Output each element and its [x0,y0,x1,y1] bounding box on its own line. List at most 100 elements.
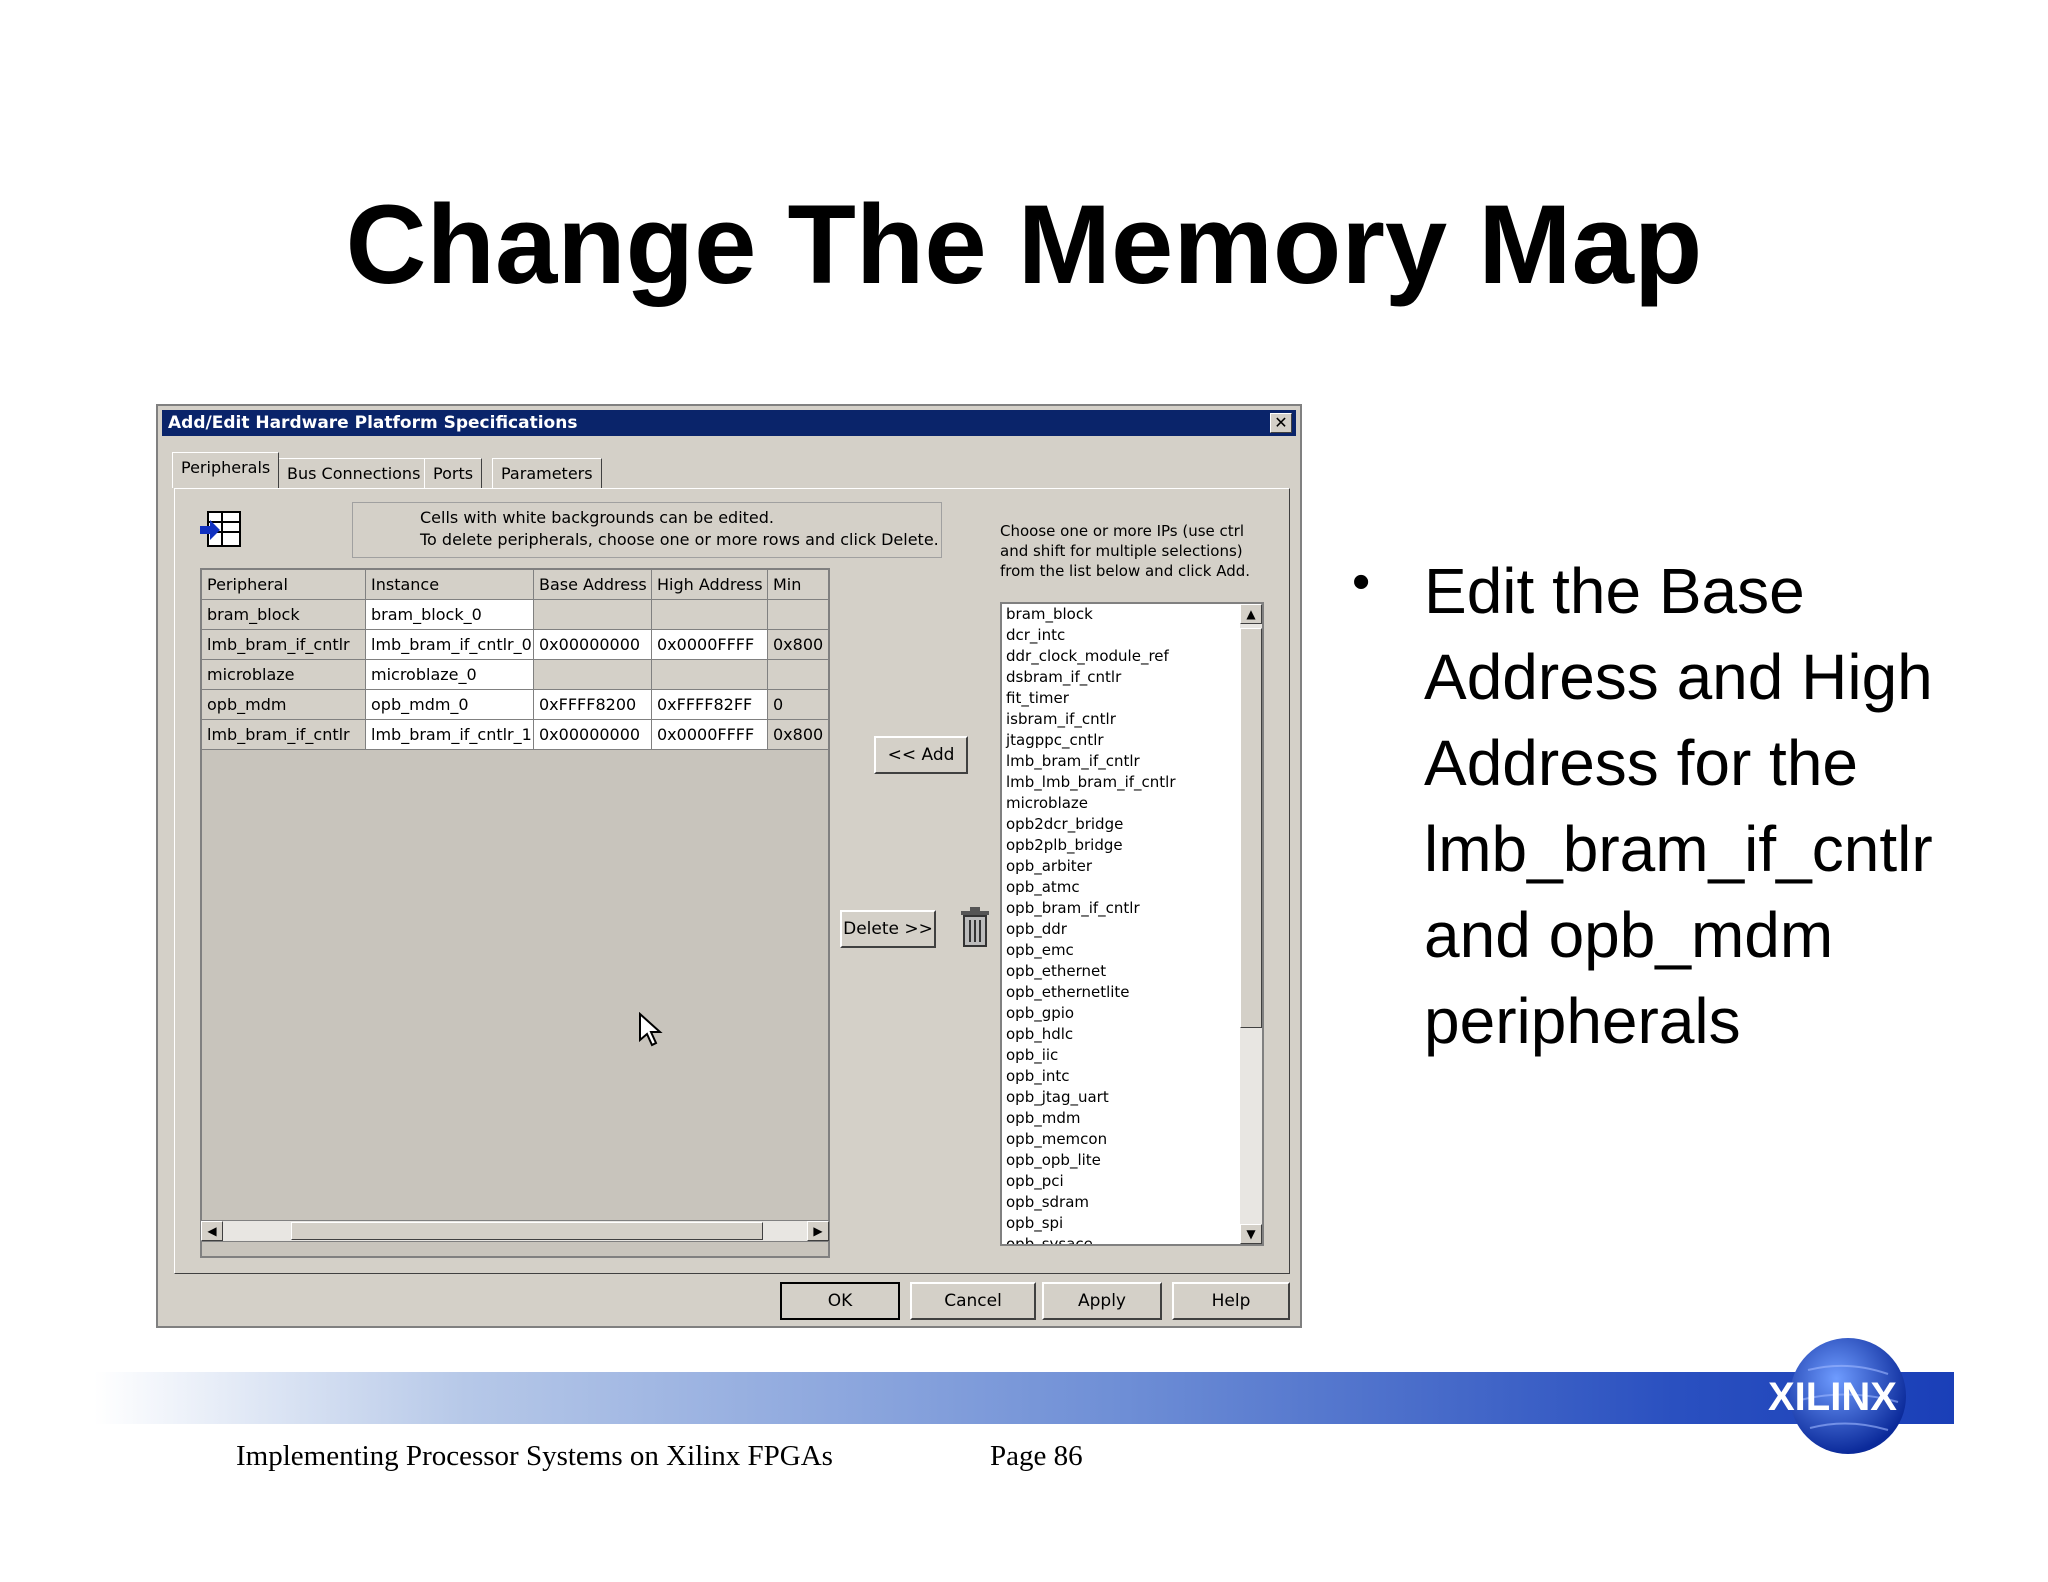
delete-button[interactable]: Delete >> [840,910,936,948]
add-button[interactable]: << Add [874,736,968,774]
ip-list[interactable]: bram_block dcr_intc ddr_clock_module_ref… [1000,602,1264,1246]
scrollbar-thumb[interactable] [1240,628,1262,1028]
cancel-button[interactable]: Cancel [910,1282,1036,1320]
table-edit-icon [200,511,241,547]
table-row-high-address[interactable]: 0xFFFF82FF [652,690,768,720]
bullet-line: lmb_bram_if_cntlr [1424,813,1933,885]
dialog-title: Add/Edit Hardware Platform Specification… [168,413,578,433]
table-row-base-address [534,660,652,690]
list-item[interactable]: opb_sdram [1006,1192,1089,1213]
table-row-instance[interactable]: lmb_bram_if_cntlr_0 [366,630,534,660]
close-button[interactable]: ✕ [1270,413,1292,433]
table-row-base-address[interactable]: 0x00000000 [534,630,652,660]
table-row-high-address [652,600,768,630]
list-item[interactable]: jtagppc_cntlr [1006,730,1104,751]
help-button[interactable]: Help [1172,1282,1290,1320]
list-item[interactable]: opb_hdlc [1006,1024,1073,1045]
table-row-min: 0x800 [768,630,828,660]
table-row-peripheral[interactable]: lmb_bram_if_cntlr [202,720,366,750]
table-row-instance[interactable]: bram_block_0 [366,600,534,630]
table-row-instance[interactable]: lmb_bram_if_cntlr_1 [366,720,534,750]
tab-peripherals[interactable]: Peripherals [172,452,280,488]
table-row-base-address [534,600,652,630]
list-item[interactable]: opb_gpio [1006,1003,1074,1024]
choose-instruction-line: Choose one or more IPs (use ctrl [1000,522,1244,540]
bullet-icon: • [1352,553,1371,611]
list-item[interactable]: opb_opb_lite [1006,1150,1101,1171]
list-item[interactable]: opb_emc [1006,940,1074,961]
list-item[interactable]: ddr_clock_module_ref [1006,646,1169,667]
mouse-pointer-icon [639,1012,663,1047]
page-number: Page 86 [990,1440,1083,1472]
list-vertical-scrollbar[interactable]: ▲ ▼ [1240,604,1262,1244]
list-item[interactable]: bram_block [1006,604,1093,625]
peripheral-table: Peripheral Instance Base Address High Ad… [200,568,830,1258]
ok-button[interactable]: OK [780,1282,900,1320]
list-item[interactable]: opb_spi [1006,1213,1063,1234]
list-item[interactable]: lmb_bram_if_cntlr [1006,751,1140,772]
table-row-peripheral[interactable]: lmb_bram_if_cntlr [202,630,366,660]
close-icon: ✕ [1274,413,1288,432]
list-item[interactable]: fit_timer [1006,688,1069,709]
info-line-delete: To delete peripherals, choose one or mor… [420,530,939,549]
dialog-title-bar: Add/Edit Hardware Platform Specification… [162,410,1296,436]
tab-ports[interactable]: Ports [424,458,483,488]
info-line-edit: Cells with white backgrounds can be edit… [420,508,775,527]
list-item[interactable]: microblaze [1006,793,1088,814]
table-row-high-address[interactable]: 0x0000FFFF [652,720,768,750]
list-item[interactable]: opb_ethernetlite [1006,982,1130,1003]
hardware-platform-dialog: Add/Edit Hardware Platform Specification… [156,404,1302,1328]
list-item[interactable]: opb_ddr [1006,919,1067,940]
table-row-instance[interactable]: microblaze_0 [366,660,534,690]
list-item[interactable]: opb_bram_if_cntlr [1006,898,1140,919]
scrollbar-thumb[interactable] [291,1222,763,1240]
footer-text: Implementing Processor Systems on Xilinx… [236,1440,833,1472]
table-row-peripheral[interactable]: microblaze [202,660,366,690]
scroll-left-icon[interactable]: ◀ [201,1221,223,1241]
list-item[interactable]: isbram_if_cntlr [1006,709,1116,730]
bullet-line: Address and High [1424,641,1933,713]
table-row-peripheral[interactable]: bram_block [202,600,366,630]
scroll-down-icon[interactable]: ▼ [1240,1224,1262,1244]
tab-parameters[interactable]: Parameters [492,458,602,488]
list-item[interactable]: opb_memcon [1006,1129,1107,1150]
scroll-right-icon[interactable]: ▶ [807,1221,829,1241]
list-item[interactable]: opb_intc [1006,1066,1070,1087]
list-item[interactable]: dsbram_if_cntlr [1006,667,1121,688]
list-item[interactable]: opb2dcr_bridge [1006,814,1123,835]
list-item[interactable]: opb_sysace [1006,1234,1093,1244]
table-row-min: 0 [768,690,828,720]
list-item[interactable]: opb_arbiter [1006,856,1092,877]
list-item[interactable]: opb_jtag_uart [1006,1087,1109,1108]
table-row-high-address[interactable]: 0x0000FFFF [652,630,768,660]
bullet-text: Edit the Base Address and High Address f… [1424,548,1984,1064]
column-header-instance[interactable]: Instance [366,570,534,600]
table-row-min [768,660,828,690]
list-item[interactable]: opb2plb_bridge [1006,835,1123,856]
tab-bus-connections[interactable]: Bus Connections [278,458,430,488]
table-horizontal-scrollbar[interactable]: ◀ ▶ [200,1220,830,1242]
scroll-up-icon[interactable]: ▲ [1240,604,1262,624]
list-item[interactable]: lmb_lmb_bram_if_cntlr [1006,772,1176,793]
table-row-peripheral[interactable]: opb_mdm [202,690,366,720]
column-header-base-address[interactable]: Base Address [534,570,652,600]
list-item[interactable]: opb_iic [1006,1045,1058,1066]
apply-button[interactable]: Apply [1042,1282,1162,1320]
column-header-high-address[interactable]: High Address [652,570,768,600]
list-item[interactable]: dcr_intc [1006,625,1065,646]
bullet-line: Address for the [1424,727,1858,799]
table-row-base-address[interactable]: 0x00000000 [534,720,652,750]
column-header-min[interactable]: Min [768,570,828,600]
table-row-min [768,600,828,630]
table-row-instance[interactable]: opb_mdm_0 [366,690,534,720]
list-item[interactable]: opb_pci [1006,1171,1064,1192]
bullet-line: peripherals [1424,985,1741,1057]
list-item[interactable]: opb_mdm [1006,1108,1080,1129]
bullet-line: and opb_mdm [1424,899,1834,971]
table-row-high-address [652,660,768,690]
column-header-peripheral[interactable]: Peripheral [202,570,366,600]
list-item[interactable]: opb_ethernet [1006,961,1106,982]
slide-title: Change The Memory Map [345,182,1703,307]
list-item[interactable]: opb_atmc [1006,877,1080,898]
table-row-base-address[interactable]: 0xFFFF8200 [534,690,652,720]
